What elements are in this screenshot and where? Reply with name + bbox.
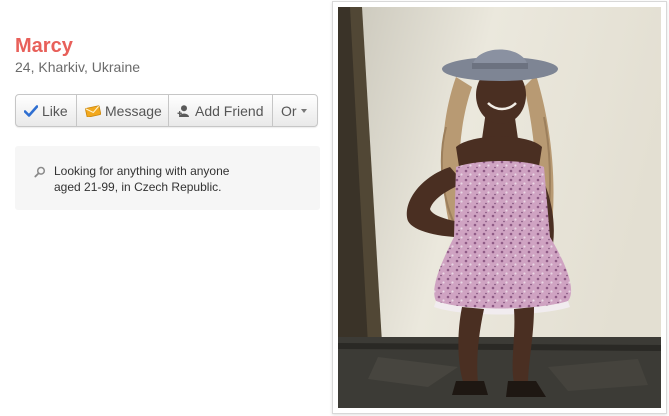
- search-description: Looking for anything with anyone aged 21…: [54, 163, 274, 195]
- search-line-1: Looking for anything with anyone: [54, 164, 230, 178]
- magnifier-icon: [34, 165, 46, 183]
- message-button[interactable]: Message: [77, 95, 169, 126]
- profile-photo-frame[interactable]: [332, 1, 667, 414]
- like-label: Like: [42, 102, 68, 119]
- add-friend-label: Add Friend: [195, 102, 264, 119]
- or-label: Or: [281, 102, 297, 119]
- person-add-icon: [177, 104, 191, 118]
- or-dropdown-button[interactable]: Or: [273, 95, 317, 126]
- search-preferences: Looking for anything with anyone aged 21…: [15, 146, 320, 210]
- profile-photo: [338, 7, 661, 408]
- message-label: Message: [105, 102, 162, 119]
- profile-name: Marcy: [15, 35, 73, 57]
- add-friend-button[interactable]: Add Friend: [169, 95, 273, 126]
- profile-meta: 24, Kharkiv, Ukraine: [15, 59, 141, 75]
- like-button[interactable]: Like: [16, 95, 77, 126]
- search-line-2: aged 21-99, in Czech Republic.: [54, 180, 222, 194]
- chevron-down-icon: [300, 108, 307, 113]
- profile-action-group: Like Message Add Friend Or: [15, 94, 318, 127]
- envelope-icon: [85, 104, 101, 117]
- check-icon: [24, 104, 38, 117]
